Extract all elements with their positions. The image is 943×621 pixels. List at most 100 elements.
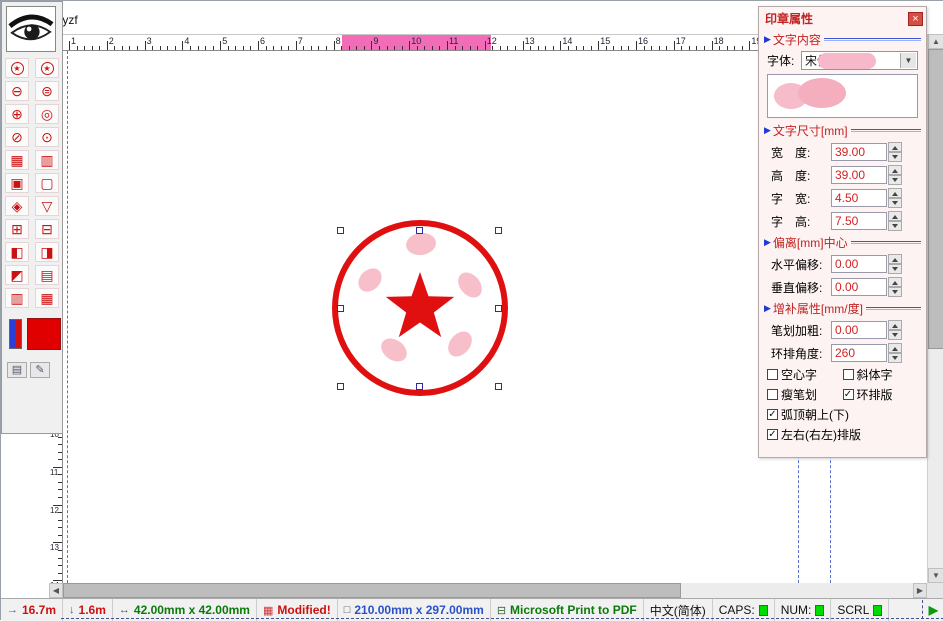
dot-circle-seal-icon[interactable]: ⊙ xyxy=(35,127,59,147)
striped-seal-icon[interactable]: ▥ xyxy=(35,150,59,170)
circle-star-seal-b-icon[interactable]: ★ xyxy=(35,58,59,78)
spin-up-icon[interactable] xyxy=(888,343,902,353)
scroll-right-icon[interactable]: ▶ xyxy=(913,583,927,598)
scroll-track[interactable] xyxy=(681,583,913,598)
spin-up-icon[interactable] xyxy=(888,165,902,175)
spin-up-icon[interactable] xyxy=(888,320,902,330)
ellipse-seal-b-icon[interactable]: ⊜ xyxy=(35,81,59,101)
checkbox-box[interactable] xyxy=(767,409,778,420)
close-icon[interactable]: × xyxy=(908,12,923,26)
chevron-down-icon[interactable]: ▼ xyxy=(900,53,916,68)
horizontal-scrollbar-thumb[interactable] xyxy=(63,583,681,598)
spin-down-icon[interactable] xyxy=(888,353,902,363)
stroke-bold-spinner[interactable] xyxy=(888,320,902,340)
ring-angle-spinner[interactable] xyxy=(888,343,902,363)
spin-up-icon[interactable] xyxy=(888,142,902,152)
stamp-text-area[interactable] xyxy=(767,74,918,118)
vlined-square-seal-icon[interactable]: ▥ xyxy=(5,288,29,308)
checkbox-box[interactable] xyxy=(843,369,854,380)
spin-down-icon[interactable] xyxy=(888,264,902,274)
width-input[interactable]: 39.00 xyxy=(831,143,887,161)
height-input[interactable]: 39.00 xyxy=(831,166,887,184)
status-next-arrow[interactable]: ▶ xyxy=(923,603,943,617)
ellipse-seal-icon[interactable]: ⊖ xyxy=(5,81,29,101)
spin-down-icon[interactable] xyxy=(888,198,902,208)
scroll-down-icon[interactable]: ▼ xyxy=(928,568,943,583)
selection-handle[interactable] xyxy=(337,305,344,312)
ring-angle-input[interactable]: 260 xyxy=(831,344,887,362)
fill-color-swatch[interactable] xyxy=(27,318,61,350)
spin-down-icon[interactable] xyxy=(888,152,902,162)
keyboard-tool-icon[interactable]: ▤ xyxy=(7,362,27,378)
char-width-input[interactable]: 4.50 xyxy=(831,189,887,207)
char-height-input[interactable]: 7.50 xyxy=(831,212,887,230)
dense-grid-seal-icon[interactable]: ▦ xyxy=(35,288,59,308)
v-offset-spinner[interactable] xyxy=(888,277,902,297)
horizontal-scrollbar[interactable]: ◀ ▶ xyxy=(49,583,927,598)
panel-title-bar: 印章属性 × xyxy=(759,7,926,28)
vertical-scrollbar[interactable]: ▲ ▼ xyxy=(927,34,943,583)
font-dropdown[interactable]: 宋体 ▼ xyxy=(801,51,918,70)
checkbox-box[interactable] xyxy=(843,389,854,400)
spin-down-icon[interactable] xyxy=(888,175,902,185)
height-row: 高 度: 39.00 xyxy=(771,165,918,185)
half-right-square-seal-icon[interactable]: ◨ xyxy=(35,242,59,262)
char-height-spinner[interactable] xyxy=(888,211,902,231)
selection-handle[interactable] xyxy=(416,227,423,234)
scroll-up-icon[interactable]: ▲ xyxy=(928,34,943,49)
h-offset-input[interactable]: 0.00 xyxy=(831,255,887,273)
checkbox-arc-top[interactable]: 弧顶朝上(下) xyxy=(767,406,849,423)
spin-up-icon[interactable] xyxy=(888,211,902,221)
half-left-square-seal-icon[interactable]: ◧ xyxy=(5,242,29,262)
scroll-track[interactable] xyxy=(928,349,943,568)
checkbox-grid: 空心字 斜体字 瘦笔划 环排版 弧顶朝上(下) xyxy=(767,366,918,443)
corner-square-seal-icon[interactable]: ◩ xyxy=(5,265,29,285)
stroke-bold-input[interactable]: 0.00 xyxy=(831,321,887,339)
ruler-minor-tick xyxy=(167,46,168,50)
square-seal-icon[interactable]: ▢ xyxy=(35,173,59,193)
spin-down-icon[interactable] xyxy=(888,330,902,340)
spin-down-icon[interactable] xyxy=(888,287,902,297)
checkbox-box[interactable] xyxy=(767,369,778,380)
v-offset-input[interactable]: 0.00 xyxy=(831,278,887,296)
checkbox-hollow-text[interactable]: 空心字 xyxy=(767,366,843,383)
circle-star-seal-icon[interactable]: ★ xyxy=(5,58,29,78)
double-circle-seal-icon[interactable]: ◎ xyxy=(35,104,59,124)
squared-plus-seal-icon[interactable]: ⊞ xyxy=(5,219,29,239)
spin-up-icon[interactable] xyxy=(888,254,902,264)
checkbox-italic-text[interactable]: 斜体字 xyxy=(843,366,919,383)
diamond-seal-icon[interactable]: ◈ xyxy=(5,196,29,216)
spin-down-icon[interactable] xyxy=(888,221,902,231)
lined-square-seal-icon[interactable]: ▤ xyxy=(35,265,59,285)
page-margin-line-left xyxy=(67,51,68,583)
stamp-hand-tool-icon[interactable]: ✎ xyxy=(30,362,50,378)
scroll-left-icon[interactable]: ◀ xyxy=(49,583,63,598)
stamp-object[interactable] xyxy=(321,211,521,411)
ruler-number: 5 xyxy=(222,36,227,46)
spin-up-icon[interactable] xyxy=(888,188,902,198)
selection-handle[interactable] xyxy=(495,305,502,312)
height-spinner[interactable] xyxy=(888,165,902,185)
triangle-seal-icon[interactable]: ▽ xyxy=(35,196,59,216)
selection-handle[interactable] xyxy=(495,383,502,390)
stroke-color-swatch[interactable] xyxy=(9,319,22,349)
checkbox-box[interactable] xyxy=(767,429,778,440)
selection-handle[interactable] xyxy=(416,383,423,390)
spin-up-icon[interactable] xyxy=(888,277,902,287)
selection-handle[interactable] xyxy=(337,383,344,390)
char-width-spinner[interactable] xyxy=(888,188,902,208)
checkbox-box[interactable] xyxy=(767,389,778,400)
grid-seal-icon[interactable]: ▦ xyxy=(5,150,29,170)
circle-plus-seal-icon[interactable]: ⊕ xyxy=(5,104,29,124)
filled-square-seal-icon[interactable]: ▣ xyxy=(5,173,29,193)
selection-handle[interactable] xyxy=(337,227,344,234)
checkbox-ring-layout[interactable]: 环排版 xyxy=(843,386,919,403)
selection-handle[interactable] xyxy=(495,227,502,234)
checkbox-left-right[interactable]: 左右(右左)排版 xyxy=(767,426,861,443)
squared-minus-seal-icon[interactable]: ⊟ xyxy=(35,219,59,239)
vertical-scrollbar-thumb[interactable] xyxy=(928,49,943,349)
h-offset-spinner[interactable] xyxy=(888,254,902,274)
width-spinner[interactable] xyxy=(888,142,902,162)
oval-seal-icon[interactable]: ⊘ xyxy=(5,127,29,147)
checkbox-thin-stroke[interactable]: 瘦笔划 xyxy=(767,386,843,403)
